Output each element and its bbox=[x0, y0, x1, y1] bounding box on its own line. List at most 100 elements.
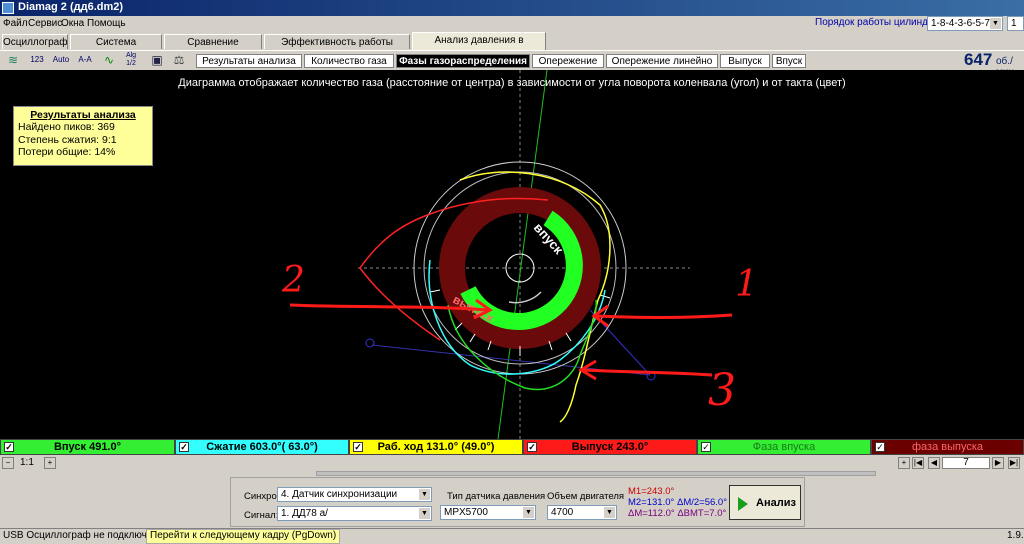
first-frame-icon[interactable]: |◀ bbox=[912, 457, 924, 469]
annotation-number-1: 1 bbox=[735, 264, 758, 305]
results-compression: Степень сжатия: 9:1 bbox=[18, 133, 117, 146]
tab-cylinder-compare[interactable]: Сравнение цилиндров bbox=[164, 34, 262, 63]
diagram-canvas[interactable]: впуск выпуск 1 2 3 bbox=[0, 70, 1024, 439]
cylinder-order-label: Порядок работы цилиндров bbox=[815, 17, 945, 28]
usb-status: USB Осциллограф не подключен bbox=[3, 530, 158, 541]
chevron-down-icon: ▼ bbox=[604, 507, 615, 518]
cylinder-extra-field[interactable]: 1 bbox=[1007, 16, 1024, 31]
play-icon bbox=[738, 497, 748, 511]
subtab-intake[interactable]: Впуск bbox=[772, 54, 806, 68]
phase-exhaust[interactable]: ✓ Выпуск 243.0° bbox=[523, 439, 697, 455]
waveform-icon[interactable]: ≋ bbox=[4, 52, 22, 68]
marker-measurements: M1=243.0° M2=131.0° ΔM/2=56.0° ΔM=112.0°… bbox=[628, 486, 727, 519]
phase-exhaust-label: Выпуск 243.0° bbox=[571, 441, 649, 453]
sync-label: Синхро: bbox=[244, 491, 280, 502]
sync-value: 4. Датчик синхронизации bbox=[281, 489, 398, 500]
sync-select[interactable]: 4. Датчик синхронизации ▼ bbox=[277, 487, 432, 502]
menu-help[interactable]: Помощь bbox=[87, 18, 126, 29]
app-icon bbox=[2, 2, 14, 14]
navigation-row bbox=[0, 456, 1024, 470]
alg-icon[interactable]: Alg 1/2 bbox=[122, 52, 140, 68]
annotation-arrow-1 bbox=[595, 313, 733, 319]
chevron-down-icon: ▼ bbox=[990, 18, 1001, 29]
chevron-down-icon: ▼ bbox=[419, 508, 430, 519]
menu-windows[interactable]: Окна bbox=[61, 18, 84, 29]
sensor-type-select[interactable]: MPX5700 ▼ bbox=[440, 505, 536, 520]
results-box: Результаты анализа Найдено пиков: 369 Ст… bbox=[13, 106, 153, 166]
signal-select[interactable]: 1. ДД78 а/ ▼ bbox=[277, 506, 432, 521]
phase-intake[interactable]: ✓ Впуск 491.0° bbox=[0, 439, 175, 455]
valve-timing-diagram: впуск выпуск 1 2 3 bbox=[281, 70, 758, 439]
rpm-value: 647 bbox=[964, 50, 993, 69]
zoom-out-icon[interactable]: − bbox=[2, 457, 14, 469]
marker-dm: ΔM=112.0° bbox=[628, 508, 675, 519]
zoom-in-icon[interactable]: + bbox=[44, 457, 56, 469]
ab-icon[interactable]: A-A bbox=[76, 52, 94, 68]
tab-cylinder-efficiency[interactable]: Эффективность работы цилиндров bbox=[264, 34, 410, 63]
prev-frame-icon[interactable]: ◀ bbox=[928, 457, 940, 469]
signal-value: 1. ДД78 а/ bbox=[281, 508, 328, 519]
results-peaks: Найдено пиков: 369 bbox=[18, 121, 115, 133]
subtab-valve-timing[interactable]: Фазы газораспределения bbox=[396, 54, 530, 68]
tab-oscilloscope[interactable]: Осциллограф bbox=[2, 34, 68, 49]
phase-intake-timing[interactable]: ✓ Фаза впуска bbox=[697, 439, 871, 455]
title-bar: Diamag 2 (дд6.dm2) bbox=[0, 0, 1024, 16]
analyze-label: Анализ bbox=[756, 497, 796, 509]
engine-volume-select[interactable]: 4700 ▼ bbox=[547, 505, 617, 520]
subtab-advance-linear[interactable]: Опережение линейно bbox=[606, 54, 718, 68]
chevron-down-icon: ▼ bbox=[523, 507, 534, 518]
phase-intake-label: Впуск 491.0° bbox=[53, 441, 122, 453]
engine-volume-label: Объем двигателя bbox=[547, 491, 625, 502]
zoom-in-icon[interactable]: + bbox=[898, 457, 910, 469]
annotation-number-3: 3 bbox=[708, 365, 736, 416]
analyze-button[interactable]: Анализ bbox=[729, 485, 801, 520]
menu-file[interactable]: Файл bbox=[3, 18, 28, 29]
sensor-type-value: MPX5700 bbox=[444, 507, 488, 518]
status-bar: USB Осциллограф не подключен Перейти к с… bbox=[0, 528, 1024, 544]
cylinder-order-value: 1-8-4-3-6-5-7-2 bbox=[931, 18, 999, 29]
tab-ignition[interactable]: Система зажигания bbox=[70, 34, 162, 63]
phase-exhaust-timing[interactable]: ✓ фаза выпуска bbox=[871, 439, 1024, 455]
phase-power-label: Раб. ход 131.0° (49.0°) bbox=[377, 441, 495, 453]
auto-icon[interactable]: Auto bbox=[52, 52, 70, 68]
tab-pressure-analysis[interactable]: Анализ давления в цилиндре bbox=[412, 32, 546, 61]
cylinder-extra-value: 1 bbox=[1011, 18, 1017, 29]
exhaust-curve-lower bbox=[359, 267, 441, 341]
rotation-direction-arrow bbox=[508, 291, 542, 304]
last-frame-icon[interactable]: ▶| bbox=[1008, 457, 1020, 469]
marker-handle-left[interactable] bbox=[365, 338, 375, 348]
chevron-down-icon: ▼ bbox=[419, 489, 430, 500]
frame-number-field[interactable]: 7 bbox=[942, 457, 990, 469]
phase-exhaust-timing-label: фаза выпуска bbox=[911, 441, 984, 453]
marker-m1: M1=243.0° bbox=[628, 486, 675, 497]
menu-service[interactable]: Сервис bbox=[28, 18, 62, 29]
subtab-advance[interactable]: Опережение bbox=[532, 54, 604, 68]
annotation-number-2: 2 bbox=[281, 260, 305, 301]
next-frame-icon[interactable]: ▶ bbox=[992, 457, 1004, 469]
panel-splitter[interactable] bbox=[316, 471, 876, 476]
zoom-level: 1:1 bbox=[20, 457, 34, 468]
diagram-description: Диаграмма отображает количество газа (ра… bbox=[178, 77, 846, 89]
phase-compression-label: Сжатие 603.0°( 63.0°) bbox=[206, 441, 318, 453]
signal-label: Сигнал: bbox=[244, 510, 279, 521]
save-icon[interactable]: ▣ bbox=[148, 52, 166, 68]
curve-icon[interactable]: ∿ bbox=[100, 52, 118, 68]
subtab-results[interactable]: Результаты анализа bbox=[196, 54, 302, 68]
marker-dtdc: ΔВМТ=7.0° bbox=[677, 508, 727, 519]
phase-power[interactable]: ✓ Раб. ход 131.0° (49.0°) bbox=[349, 439, 523, 455]
results-losses: Потери общие: 14% bbox=[18, 146, 116, 158]
marker-dm-half: ΔM/2=56.0° bbox=[676, 497, 727, 508]
scale-icon[interactable]: ⚖ bbox=[170, 52, 188, 68]
subtab-gas-amount[interactable]: Количество газа bbox=[304, 54, 394, 68]
subtab-exhaust[interactable]: Выпуск bbox=[720, 54, 770, 68]
version-label: 1.9. bbox=[1007, 530, 1024, 541]
phase-intake-timing-label: Фаза впуска bbox=[752, 441, 816, 453]
results-title: Результаты анализа bbox=[30, 109, 136, 121]
phase-compression[interactable]: ✓ Сжатие 603.0°( 63.0°) bbox=[175, 439, 349, 455]
sensor-type-label: Тип датчика давления bbox=[447, 491, 546, 502]
window-title: Diamag 2 (дд6.dm2) bbox=[18, 1, 124, 13]
engine-volume-value: 4700 bbox=[551, 507, 574, 518]
1x-icon[interactable]: 123 bbox=[28, 52, 46, 68]
cylinder-order-select[interactable]: 1-8-4-3-6-5-7-2 ▼ bbox=[927, 16, 1003, 31]
marker-m2: M2=131.0° bbox=[628, 497, 675, 508]
